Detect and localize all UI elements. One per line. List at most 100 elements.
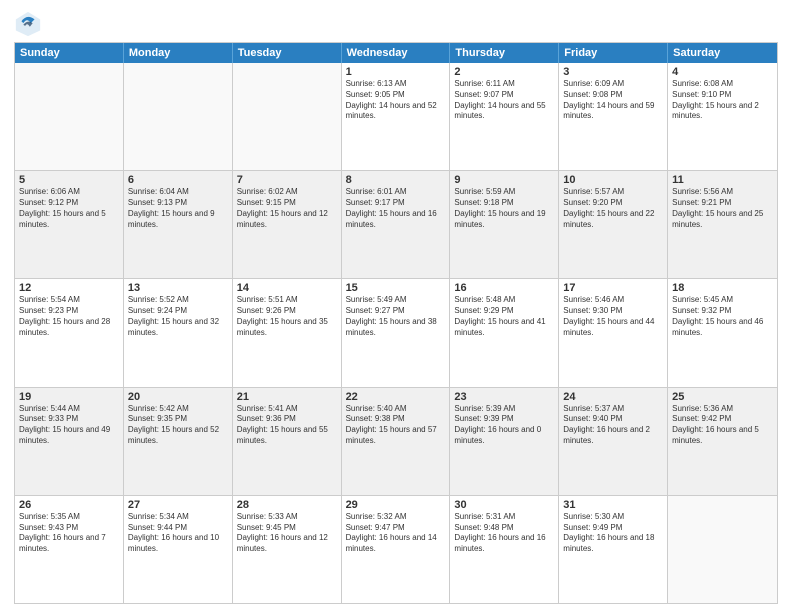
day-info: Sunrise: 5:34 AM Sunset: 9:44 PM Dayligh… bbox=[128, 512, 228, 555]
day-info: Sunrise: 5:46 AM Sunset: 9:30 PM Dayligh… bbox=[563, 295, 663, 338]
day-info: Sunrise: 5:48 AM Sunset: 9:29 PM Dayligh… bbox=[454, 295, 554, 338]
day-number: 31 bbox=[563, 499, 663, 511]
day-number: 10 bbox=[563, 174, 663, 186]
day-info: Sunrise: 6:02 AM Sunset: 9:15 PM Dayligh… bbox=[237, 187, 337, 230]
cal-cell: 29Sunrise: 5:32 AM Sunset: 9:47 PM Dayli… bbox=[342, 496, 451, 603]
day-number: 9 bbox=[454, 174, 554, 186]
calendar: SundayMondayTuesdayWednesdayThursdayFrid… bbox=[14, 42, 778, 604]
cal-cell: 3Sunrise: 6:09 AM Sunset: 9:08 PM Daylig… bbox=[559, 63, 668, 170]
cal-cell bbox=[668, 496, 777, 603]
day-number: 25 bbox=[672, 391, 773, 403]
day-number: 3 bbox=[563, 66, 663, 78]
day-number: 27 bbox=[128, 499, 228, 511]
cal-cell: 23Sunrise: 5:39 AM Sunset: 9:39 PM Dayli… bbox=[450, 388, 559, 495]
cal-cell: 1Sunrise: 6:13 AM Sunset: 9:05 PM Daylig… bbox=[342, 63, 451, 170]
day-info: Sunrise: 5:41 AM Sunset: 9:36 PM Dayligh… bbox=[237, 404, 337, 447]
day-header-thursday: Thursday bbox=[450, 43, 559, 63]
day-info: Sunrise: 5:51 AM Sunset: 9:26 PM Dayligh… bbox=[237, 295, 337, 338]
cal-cell bbox=[15, 63, 124, 170]
day-number: 18 bbox=[672, 282, 773, 294]
calendar-header: SundayMondayTuesdayWednesdayThursdayFrid… bbox=[15, 43, 777, 63]
header bbox=[14, 10, 778, 38]
cal-cell: 31Sunrise: 5:30 AM Sunset: 9:49 PM Dayli… bbox=[559, 496, 668, 603]
day-number: 15 bbox=[346, 282, 446, 294]
day-number: 23 bbox=[454, 391, 554, 403]
week-row-3: 12Sunrise: 5:54 AM Sunset: 9:23 PM Dayli… bbox=[15, 278, 777, 386]
day-info: Sunrise: 5:37 AM Sunset: 9:40 PM Dayligh… bbox=[563, 404, 663, 447]
day-number: 14 bbox=[237, 282, 337, 294]
logo-icon bbox=[14, 10, 42, 38]
day-number: 1 bbox=[346, 66, 446, 78]
day-info: Sunrise: 5:35 AM Sunset: 9:43 PM Dayligh… bbox=[19, 512, 119, 555]
day-header-friday: Friday bbox=[559, 43, 668, 63]
day-info: Sunrise: 5:56 AM Sunset: 9:21 PM Dayligh… bbox=[672, 187, 773, 230]
day-header-saturday: Saturday bbox=[668, 43, 777, 63]
cal-cell: 25Sunrise: 5:36 AM Sunset: 9:42 PM Dayli… bbox=[668, 388, 777, 495]
day-info: Sunrise: 5:30 AM Sunset: 9:49 PM Dayligh… bbox=[563, 512, 663, 555]
calendar-body: 1Sunrise: 6:13 AM Sunset: 9:05 PM Daylig… bbox=[15, 63, 777, 603]
day-number: 5 bbox=[19, 174, 119, 186]
day-info: Sunrise: 6:01 AM Sunset: 9:17 PM Dayligh… bbox=[346, 187, 446, 230]
cal-cell: 17Sunrise: 5:46 AM Sunset: 9:30 PM Dayli… bbox=[559, 279, 668, 386]
day-number: 30 bbox=[454, 499, 554, 511]
day-header-wednesday: Wednesday bbox=[342, 43, 451, 63]
page: SundayMondayTuesdayWednesdayThursdayFrid… bbox=[0, 0, 792, 612]
cal-cell: 7Sunrise: 6:02 AM Sunset: 9:15 PM Daylig… bbox=[233, 171, 342, 278]
week-row-2: 5Sunrise: 6:06 AM Sunset: 9:12 PM Daylig… bbox=[15, 170, 777, 278]
day-header-monday: Monday bbox=[124, 43, 233, 63]
day-number: 16 bbox=[454, 282, 554, 294]
cal-cell: 27Sunrise: 5:34 AM Sunset: 9:44 PM Dayli… bbox=[124, 496, 233, 603]
day-info: Sunrise: 5:36 AM Sunset: 9:42 PM Dayligh… bbox=[672, 404, 773, 447]
day-info: Sunrise: 5:57 AM Sunset: 9:20 PM Dayligh… bbox=[563, 187, 663, 230]
day-info: Sunrise: 6:04 AM Sunset: 9:13 PM Dayligh… bbox=[128, 187, 228, 230]
cal-cell: 6Sunrise: 6:04 AM Sunset: 9:13 PM Daylig… bbox=[124, 171, 233, 278]
cal-cell: 16Sunrise: 5:48 AM Sunset: 9:29 PM Dayli… bbox=[450, 279, 559, 386]
day-number: 22 bbox=[346, 391, 446, 403]
cal-cell: 13Sunrise: 5:52 AM Sunset: 9:24 PM Dayli… bbox=[124, 279, 233, 386]
cal-cell: 9Sunrise: 5:59 AM Sunset: 9:18 PM Daylig… bbox=[450, 171, 559, 278]
day-number: 28 bbox=[237, 499, 337, 511]
day-info: Sunrise: 6:11 AM Sunset: 9:07 PM Dayligh… bbox=[454, 79, 554, 122]
cal-cell: 18Sunrise: 5:45 AM Sunset: 9:32 PM Dayli… bbox=[668, 279, 777, 386]
day-number: 20 bbox=[128, 391, 228, 403]
day-info: Sunrise: 5:33 AM Sunset: 9:45 PM Dayligh… bbox=[237, 512, 337, 555]
day-header-sunday: Sunday bbox=[15, 43, 124, 63]
day-info: Sunrise: 5:54 AM Sunset: 9:23 PM Dayligh… bbox=[19, 295, 119, 338]
day-number: 24 bbox=[563, 391, 663, 403]
week-row-5: 26Sunrise: 5:35 AM Sunset: 9:43 PM Dayli… bbox=[15, 495, 777, 603]
day-number: 26 bbox=[19, 499, 119, 511]
cal-cell: 21Sunrise: 5:41 AM Sunset: 9:36 PM Dayli… bbox=[233, 388, 342, 495]
day-info: Sunrise: 5:40 AM Sunset: 9:38 PM Dayligh… bbox=[346, 404, 446, 447]
day-number: 13 bbox=[128, 282, 228, 294]
cal-cell: 20Sunrise: 5:42 AM Sunset: 9:35 PM Dayli… bbox=[124, 388, 233, 495]
cal-cell: 19Sunrise: 5:44 AM Sunset: 9:33 PM Dayli… bbox=[15, 388, 124, 495]
day-info: Sunrise: 5:32 AM Sunset: 9:47 PM Dayligh… bbox=[346, 512, 446, 555]
day-number: 29 bbox=[346, 499, 446, 511]
day-info: Sunrise: 5:49 AM Sunset: 9:27 PM Dayligh… bbox=[346, 295, 446, 338]
day-info: Sunrise: 5:45 AM Sunset: 9:32 PM Dayligh… bbox=[672, 295, 773, 338]
day-info: Sunrise: 5:42 AM Sunset: 9:35 PM Dayligh… bbox=[128, 404, 228, 447]
day-info: Sunrise: 6:06 AM Sunset: 9:12 PM Dayligh… bbox=[19, 187, 119, 230]
day-number: 12 bbox=[19, 282, 119, 294]
cal-cell bbox=[233, 63, 342, 170]
cal-cell: 8Sunrise: 6:01 AM Sunset: 9:17 PM Daylig… bbox=[342, 171, 451, 278]
day-info: Sunrise: 5:44 AM Sunset: 9:33 PM Dayligh… bbox=[19, 404, 119, 447]
cal-cell: 12Sunrise: 5:54 AM Sunset: 9:23 PM Dayli… bbox=[15, 279, 124, 386]
cal-cell: 28Sunrise: 5:33 AM Sunset: 9:45 PM Dayli… bbox=[233, 496, 342, 603]
cal-cell: 2Sunrise: 6:11 AM Sunset: 9:07 PM Daylig… bbox=[450, 63, 559, 170]
day-number: 21 bbox=[237, 391, 337, 403]
week-row-1: 1Sunrise: 6:13 AM Sunset: 9:05 PM Daylig… bbox=[15, 63, 777, 170]
day-info: Sunrise: 5:31 AM Sunset: 9:48 PM Dayligh… bbox=[454, 512, 554, 555]
cal-cell: 14Sunrise: 5:51 AM Sunset: 9:26 PM Dayli… bbox=[233, 279, 342, 386]
day-number: 4 bbox=[672, 66, 773, 78]
cal-cell: 30Sunrise: 5:31 AM Sunset: 9:48 PM Dayli… bbox=[450, 496, 559, 603]
day-header-tuesday: Tuesday bbox=[233, 43, 342, 63]
day-info: Sunrise: 6:13 AM Sunset: 9:05 PM Dayligh… bbox=[346, 79, 446, 122]
week-row-4: 19Sunrise: 5:44 AM Sunset: 9:33 PM Dayli… bbox=[15, 387, 777, 495]
cal-cell: 5Sunrise: 6:06 AM Sunset: 9:12 PM Daylig… bbox=[15, 171, 124, 278]
day-info: Sunrise: 5:59 AM Sunset: 9:18 PM Dayligh… bbox=[454, 187, 554, 230]
day-info: Sunrise: 5:52 AM Sunset: 9:24 PM Dayligh… bbox=[128, 295, 228, 338]
cal-cell: 26Sunrise: 5:35 AM Sunset: 9:43 PM Dayli… bbox=[15, 496, 124, 603]
cal-cell: 10Sunrise: 5:57 AM Sunset: 9:20 PM Dayli… bbox=[559, 171, 668, 278]
day-number: 2 bbox=[454, 66, 554, 78]
